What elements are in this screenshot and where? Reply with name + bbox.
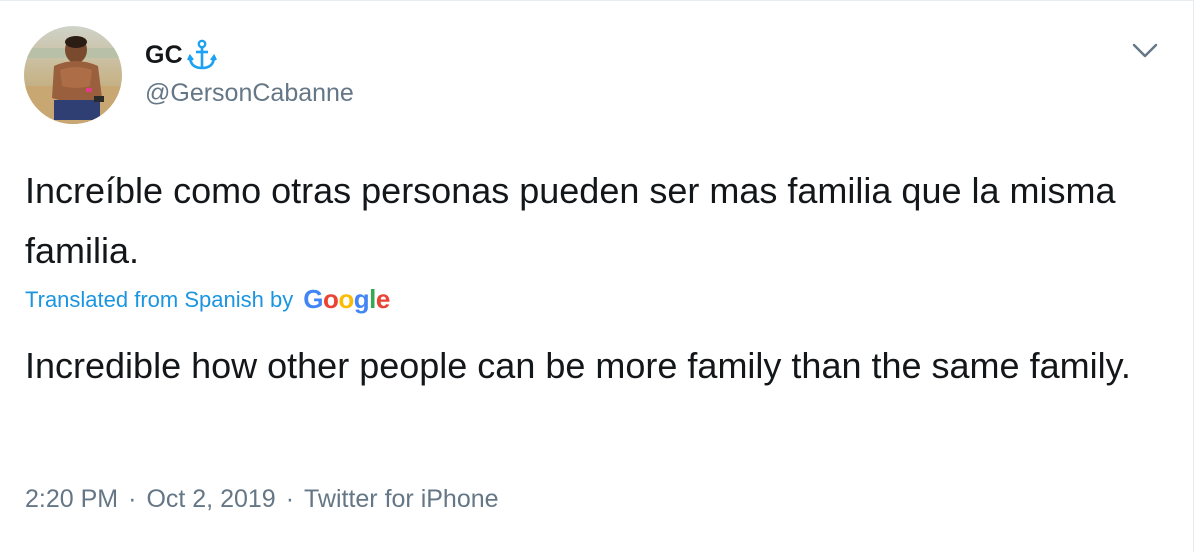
tweet-text-original: Increíble como otras personas pueden ser…	[25, 170, 1116, 271]
tweet-card: GC @GersonCabanne Increíble como otras p…	[0, 0, 1194, 552]
avatar[interactable]	[24, 26, 122, 124]
google-logo-letter: o	[338, 284, 354, 314]
tweet-time[interactable]: 2:20 PM	[25, 485, 118, 514]
google-logo-letter: G	[303, 284, 323, 314]
author-name-row[interactable]: GC	[145, 37, 217, 73]
translation-note[interactable]: Translated from Spanish by	[25, 287, 293, 313]
tweet-meta: 2:20 PM · Oct 2, 2019 · Twitter for iPho…	[25, 485, 499, 514]
tweet-source[interactable]: Twitter for iPhone	[304, 485, 499, 514]
google-logo-letter: o	[322, 284, 339, 314]
anchor-icon	[186, 39, 217, 71]
author-display-name[interactable]: GC	[145, 41, 183, 70]
meta-separator: ·	[285, 485, 295, 513]
meta-separator: ·	[128, 485, 137, 513]
google-logo-letter: l	[369, 284, 376, 314]
avatar-image	[24, 26, 122, 124]
google-logo-letter: e	[375, 284, 390, 314]
google-logo-letter: g	[353, 284, 370, 314]
chevron-down-icon[interactable]	[1131, 39, 1159, 61]
tweet-text-translated: Incredible how other people can be more …	[25, 345, 1131, 386]
google-logo: Google	[303, 284, 390, 315]
translation-attribution: Translated from Spanish by Google	[25, 284, 390, 315]
author-handle[interactable]: @GersonCabanne	[145, 79, 354, 108]
tweet-date[interactable]: Oct 2, 2019	[146, 485, 275, 514]
